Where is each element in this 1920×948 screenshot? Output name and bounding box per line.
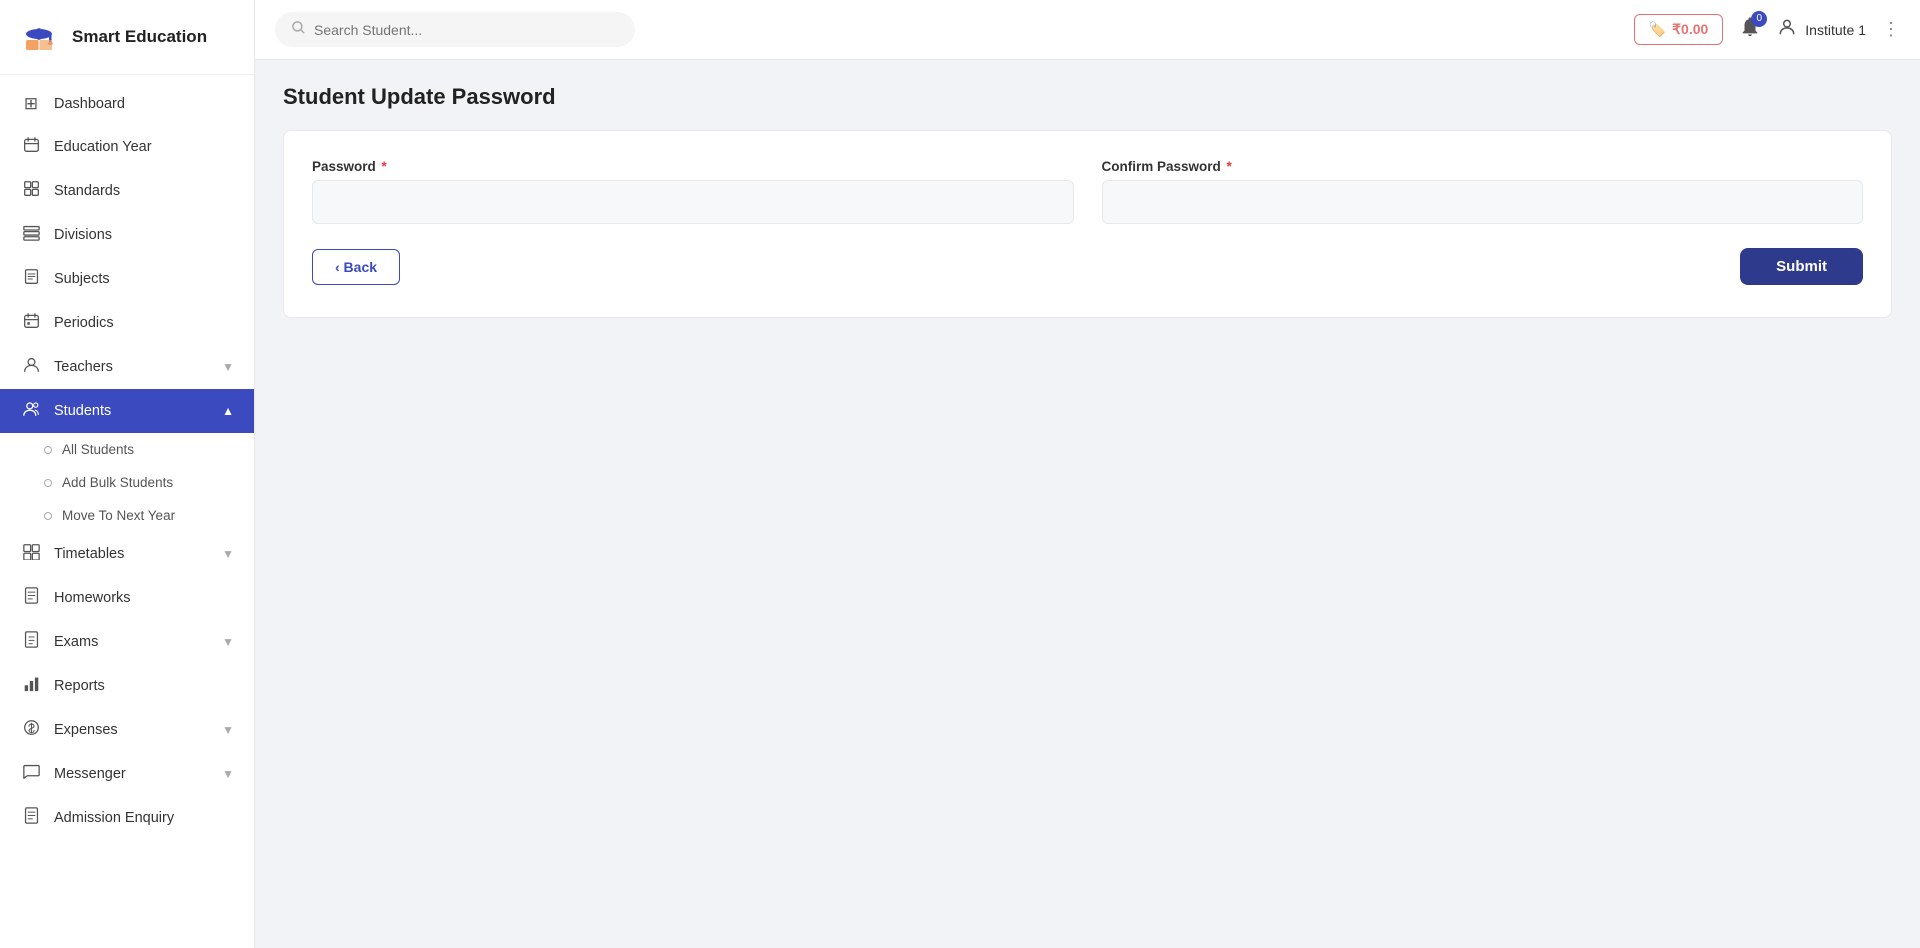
logo-icon — [16, 14, 62, 60]
password-required-marker: * — [378, 159, 387, 174]
notification-button[interactable]: 0 — [1739, 16, 1761, 44]
messenger-icon — [20, 763, 42, 785]
sidebar-item-timetables[interactable]: Timetables ▼ — [0, 532, 254, 576]
user-info[interactable]: Institute 1 — [1777, 17, 1866, 42]
page-title: Student Update Password — [283, 84, 1892, 110]
standards-icon — [20, 180, 42, 202]
sidebar-item-teachers[interactable]: Teachers ▼ — [0, 345, 254, 389]
sidebar-item-label: Admission Enquiry — [54, 810, 174, 826]
sidebar: Smart Education ⊞ Dashboard Education Ye… — [0, 0, 255, 948]
topbar: 🏷️ ₹0.00 0 Institute 1 ⋮ — [255, 0, 1920, 60]
students-chevron: ▲ — [222, 404, 234, 418]
sidebar-item-messenger[interactable]: Messenger ▼ — [0, 752, 254, 796]
sidebar-item-divisions[interactable]: Divisions — [0, 213, 254, 257]
confirm-password-group: Confirm Password * — [1102, 159, 1864, 224]
sidebar-item-homeworks[interactable]: Homeworks — [0, 576, 254, 620]
exams-chevron: ▼ — [222, 635, 234, 649]
timetables-icon — [20, 543, 42, 565]
sidebar-item-admission-enquiry[interactable]: Admission Enquiry — [0, 796, 254, 840]
sidebar-item-label: Dashboard — [54, 96, 125, 112]
wallet-amount: ₹0.00 — [1672, 21, 1708, 38]
user-avatar-icon — [1777, 17, 1797, 42]
sidebar-nav: ⊞ Dashboard Education Year Standards Div… — [0, 75, 254, 948]
sidebar-item-label: Divisions — [54, 227, 112, 243]
wallet-button[interactable]: 🏷️ ₹0.00 — [1634, 14, 1724, 45]
sidebar-item-add-bulk-students[interactable]: Add Bulk Students — [0, 466, 254, 499]
update-password-card: Password * Confirm Password * ‹ Back Sub… — [283, 130, 1892, 318]
password-group: Password * — [312, 159, 1074, 224]
sidebar-item-exams[interactable]: Exams ▼ — [0, 620, 254, 664]
confirm-password-input[interactable] — [1102, 180, 1864, 224]
password-label: Password * — [312, 159, 1074, 174]
students-icon — [20, 400, 42, 422]
expenses-icon — [20, 719, 42, 741]
students-sub-nav: All Students Add Bulk Students Move To N… — [0, 433, 254, 532]
sidebar-item-label: Students — [54, 403, 111, 419]
search-input[interactable] — [314, 22, 619, 38]
confirm-password-required-marker: * — [1223, 159, 1232, 174]
page-body: Student Update Password Password * Confi… — [255, 60, 1920, 948]
dashboard-icon: ⊞ — [20, 94, 42, 114]
app-logo[interactable]: Smart Education — [0, 0, 254, 75]
sidebar-item-label: Messenger — [54, 766, 126, 782]
sidebar-item-label: Education Year — [54, 139, 152, 155]
more-options-icon[interactable]: ⋮ — [1882, 19, 1900, 40]
sidebar-item-reports[interactable]: Reports — [0, 664, 254, 708]
wallet-icon: 🏷️ — [1649, 21, 1666, 38]
sidebar-item-students[interactable]: Students ▲ — [0, 389, 254, 433]
sidebar-item-move-to-next-year[interactable]: Move To Next Year — [0, 499, 254, 532]
sidebar-item-all-students[interactable]: All Students — [0, 433, 254, 466]
teachers-icon — [20, 356, 42, 378]
sidebar-item-label: Exams — [54, 634, 98, 650]
sidebar-item-label: Expenses — [54, 722, 118, 738]
back-button[interactable]: ‹ Back — [312, 249, 400, 285]
confirm-password-label: Confirm Password * — [1102, 159, 1864, 174]
periodics-icon — [20, 312, 42, 334]
sidebar-item-dashboard[interactable]: ⊞ Dashboard — [0, 83, 254, 125]
sub-bullet-icon — [44, 479, 52, 487]
app-name: Smart Education — [72, 27, 207, 47]
sub-bullet-icon — [44, 446, 52, 454]
password-input[interactable] — [312, 180, 1074, 224]
sidebar-item-label: Standards — [54, 183, 120, 199]
submit-button[interactable]: Submit — [1740, 248, 1863, 285]
sub-item-label: All Students — [62, 442, 134, 457]
sub-item-label: Add Bulk Students — [62, 475, 173, 490]
admission-icon — [20, 807, 42, 829]
main-content: 🏷️ ₹0.00 0 Institute 1 ⋮ Student Update … — [255, 0, 1920, 948]
divisions-icon — [20, 224, 42, 246]
sidebar-item-subjects[interactable]: Subjects — [0, 257, 254, 301]
sidebar-item-periodics[interactable]: Periodics — [0, 301, 254, 345]
sidebar-item-education-year[interactable]: Education Year — [0, 125, 254, 169]
homeworks-icon — [20, 587, 42, 609]
subjects-icon — [20, 268, 42, 290]
messenger-chevron: ▼ — [222, 767, 234, 781]
sidebar-item-label: Teachers — [54, 359, 113, 375]
teachers-chevron: ▼ — [222, 360, 234, 374]
form-row-passwords: Password * Confirm Password * — [312, 159, 1863, 224]
topbar-right: 🏷️ ₹0.00 0 Institute 1 ⋮ — [1634, 14, 1900, 45]
form-actions: ‹ Back Submit — [312, 248, 1863, 285]
sidebar-item-label: Subjects — [54, 271, 110, 287]
exams-icon — [20, 631, 42, 653]
sidebar-item-expenses[interactable]: Expenses ▼ — [0, 708, 254, 752]
education-year-icon — [20, 136, 42, 158]
reports-icon — [20, 675, 42, 697]
sidebar-item-label: Periodics — [54, 315, 114, 331]
notification-badge: 0 — [1751, 11, 1767, 27]
timetables-chevron: ▼ — [222, 547, 234, 561]
search-icon — [291, 20, 306, 39]
sub-bullet-icon — [44, 512, 52, 520]
user-name: Institute 1 — [1805, 22, 1866, 38]
sub-item-label: Move To Next Year — [62, 508, 175, 523]
sidebar-item-label: Homeworks — [54, 590, 131, 606]
search-box[interactable] — [275, 12, 635, 47]
sidebar-item-label: Timetables — [54, 546, 124, 562]
sidebar-item-label: Reports — [54, 678, 105, 694]
expenses-chevron: ▼ — [222, 723, 234, 737]
sidebar-item-standards[interactable]: Standards — [0, 169, 254, 213]
